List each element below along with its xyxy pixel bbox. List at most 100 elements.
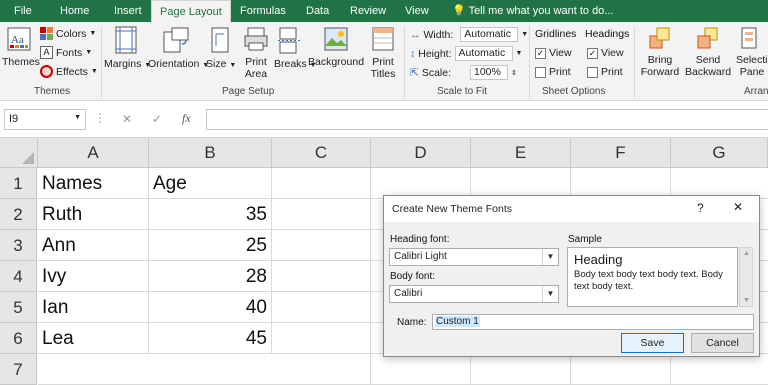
- enter-icon[interactable]: ✓: [152, 112, 162, 126]
- body-font-value: Calibri: [394, 288, 423, 299]
- chevron-down-icon: ▼: [89, 30, 97, 37]
- formula-input[interactable]: [206, 109, 768, 130]
- print-area-icon: [244, 27, 268, 51]
- effects-button[interactable]: Effects ▼: [40, 65, 98, 78]
- name-box[interactable]: I9 ▼: [4, 109, 86, 130]
- colors-button[interactable]: Colors ▼: [40, 27, 96, 40]
- tab-home[interactable]: Home: [60, 0, 89, 22]
- bring-forward-label: Bring Forward: [640, 54, 680, 78]
- background-label: Background: [308, 56, 365, 68]
- save-button[interactable]: Save: [621, 333, 684, 353]
- cell-b1[interactable]: Age: [149, 168, 272, 199]
- heading-font-label: Heading font:: [390, 234, 450, 245]
- width-icon: ↔: [410, 28, 421, 41]
- headings-print-checkbox[interactable]: Print: [587, 66, 623, 78]
- breaks-button[interactable]: Breaks ▼: [274, 26, 317, 72]
- width-row: ↔ Width: Automatic ▼: [410, 27, 528, 42]
- body-font-select[interactable]: Calibri ▼: [389, 285, 559, 303]
- svg-text:Aa: Aa: [11, 34, 24, 46]
- group-divider: [529, 26, 530, 98]
- background-icon: [324, 27, 348, 51]
- chevron-down-icon: ▼: [85, 49, 93, 56]
- cell-b4[interactable]: 28: [149, 261, 272, 292]
- tab-view[interactable]: View: [405, 0, 429, 22]
- scroll-up-icon[interactable]: ▲: [743, 250, 750, 257]
- colors-icon: [40, 27, 53, 40]
- name-box-value: I9: [9, 113, 19, 125]
- orientation-button[interactable]: Orientation ▼: [148, 26, 209, 72]
- effects-label: Effects: [56, 65, 88, 78]
- height-label: Height:: [418, 47, 452, 60]
- scroll-down-icon[interactable]: ▼: [743, 297, 750, 304]
- fonts-icon: A: [40, 46, 53, 59]
- chevron-down-icon[interactable]: ▼: [542, 286, 558, 302]
- print-titles-label: Print Titles: [370, 56, 396, 80]
- close-icon[interactable]: ✕: [733, 200, 743, 214]
- scale-input[interactable]: 100%: [470, 65, 508, 80]
- cell-a6[interactable]: Lea: [38, 323, 149, 354]
- heading-font-select[interactable]: Calibri Light ▼: [389, 248, 559, 266]
- margins-icon: [115, 26, 137, 54]
- cell-b2[interactable]: 35: [149, 199, 272, 230]
- tell-me-box[interactable]: 💡 Tell me what you want to do...: [452, 0, 613, 22]
- height-row: ↕ Height: Automatic ▼: [410, 46, 522, 61]
- fonts-button[interactable]: A Fonts ▼: [40, 46, 92, 59]
- tab-data[interactable]: Data: [306, 0, 329, 22]
- send-backward-icon: [697, 27, 718, 49]
- cell-a3[interactable]: Ann: [38, 230, 149, 261]
- cell-b6[interactable]: 45: [149, 323, 272, 354]
- cell-a2[interactable]: Ruth: [38, 199, 149, 230]
- chevron-down-icon[interactable]: ▼: [521, 31, 528, 38]
- gridlines-print-checkbox[interactable]: Print: [535, 66, 571, 78]
- background-button[interactable]: Background: [308, 26, 364, 68]
- send-backward-label: Send Backward: [685, 54, 732, 78]
- lightbulb-icon: 💡: [452, 5, 466, 17]
- group-label-page-setup: Page Setup: [222, 86, 275, 97]
- height-select[interactable]: Automatic: [454, 46, 513, 61]
- print-titles-button[interactable]: Print Titles: [366, 26, 400, 80]
- bring-forward-button[interactable]: Bring Forward: [637, 26, 683, 78]
- tab-formulas[interactable]: Formulas: [240, 0, 286, 22]
- print-area-button[interactable]: Print Area: [238, 26, 274, 80]
- cell-b5[interactable]: 40: [149, 292, 272, 323]
- colors-label: Colors: [56, 27, 87, 40]
- cancel-icon[interactable]: ✕: [122, 112, 132, 126]
- checkmark-icon: ✓: [535, 47, 546, 59]
- help-icon[interactable]: ?: [697, 201, 704, 215]
- name-value: Custom 1: [435, 316, 480, 327]
- themes-button[interactable]: Aa Themes: [2, 26, 40, 68]
- tab-review[interactable]: Review: [350, 0, 386, 22]
- headings-print-label: Print: [601, 66, 623, 78]
- sample-heading: Heading: [574, 252, 623, 267]
- send-backward-button[interactable]: Send Backward: [685, 26, 731, 78]
- chevron-down-icon[interactable]: ▼: [516, 50, 523, 57]
- tab-insert[interactable]: Insert: [114, 0, 142, 22]
- gridlines-view-checkbox[interactable]: ✓ View: [535, 47, 572, 59]
- headings-view-checkbox[interactable]: ✓ View: [587, 47, 624, 59]
- cell-b3[interactable]: 25: [149, 230, 272, 261]
- margins-label: Margins: [104, 58, 142, 70]
- selection-pane-button[interactable]: Selectio Pane: [736, 26, 768, 78]
- cell-a1[interactable]: Names: [38, 168, 149, 199]
- width-select[interactable]: Automatic: [460, 27, 519, 42]
- cancel-button[interactable]: Cancel: [691, 333, 754, 353]
- gridlines-label: Gridlines: [535, 28, 577, 40]
- scale-label: Scale:: [421, 66, 451, 79]
- print-titles-icon: [372, 27, 394, 51]
- group-divider: [404, 26, 405, 98]
- name-input[interactable]: Custom 1: [432, 314, 754, 330]
- insert-function-icon[interactable]: fx: [182, 111, 191, 126]
- margins-button[interactable]: Margins ▼: [104, 26, 151, 72]
- spinner-icon[interactable]: ⇕: [511, 69, 517, 77]
- chevron-down-icon: ▼: [90, 68, 98, 75]
- size-button[interactable]: Size ▼: [206, 26, 236, 72]
- body-font-label: Body font:: [390, 271, 436, 282]
- cell-a5[interactable]: Ian: [38, 292, 149, 323]
- width-label: Width:: [423, 28, 454, 41]
- chevron-down-icon[interactable]: ▼: [74, 114, 81, 121]
- sample-scrollbar[interactable]: ▲ ▼: [739, 247, 753, 307]
- chevron-down-icon[interactable]: ▼: [542, 249, 558, 265]
- cell-a4[interactable]: Ivy: [38, 261, 149, 292]
- tab-file[interactable]: File: [14, 0, 32, 22]
- tab-page-layout[interactable]: Page Layout: [151, 0, 231, 23]
